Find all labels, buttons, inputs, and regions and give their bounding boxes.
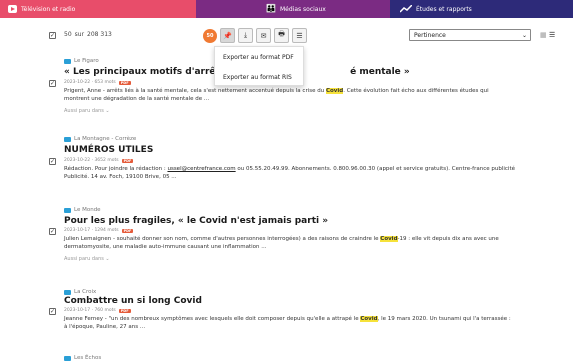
article-excerpt: Jeanne Ferney - "un des nombreux symptôm… [64,316,511,330]
list-icon: ☰ [296,31,303,40]
download-button[interactable]: ⤓ [238,28,253,43]
tab-label: Études et rapports [416,5,472,13]
export-ris-option[interactable]: Exporter au format RIS [215,67,303,87]
pdf-badge[interactable]: PDF [121,158,134,163]
source-icon [64,289,71,295]
article-source[interactable]: Les Échos [64,355,101,361]
printer-icon: 🖶 [278,30,285,38]
pdf-badge[interactable]: PDF [121,228,134,233]
article-meta: 2023-10-22 · 653 mots PDF [64,80,131,85]
article-source[interactable]: Le Figaro [64,58,99,64]
export-pdf-option[interactable]: Exporter au format PDF [215,47,303,67]
pdf-badge[interactable]: PDF [118,308,131,313]
source-icon [64,207,71,213]
grid-view-icon[interactable]: ▦ [540,32,547,39]
sort-select[interactable]: Pertinence ⌄ [409,29,531,41]
list-view-icon[interactable]: ☰ [549,32,555,39]
article-title[interactable]: NUMÉROS UTILES [64,145,153,155]
tab-studies-reports[interactable]: Études et rapports [390,0,573,18]
article-checkbox[interactable]: ✓ [49,228,56,235]
total-count: 208 313 [87,31,112,38]
article-meta: 2023-10-22 · 3652 mots PDF [64,158,134,163]
article-title[interactable]: Pour les plus fragiles, « le Covid n'est… [64,216,328,226]
email-button[interactable]: ✉ [256,28,271,43]
select-all-checkbox[interactable]: ✓ [49,32,56,39]
results-toolbar: ✓ 50 sur 208 313 50 📌 ⤓ ✉ 🖶 ☰ Pertinence ⌄… [0,26,573,46]
chevron-down-icon: ⌄ [521,31,527,39]
tab-television-radio[interactable]: Télévision et radio [0,0,196,18]
list-button[interactable]: ☰ [292,28,307,43]
people-icon: 👪 [266,4,276,13]
email-link[interactable]: ussel@centrefrance.com [167,166,235,172]
also-published-toggle[interactable]: Aussi paru dans ⌄ [64,256,110,262]
selected-count: 50 [64,31,72,38]
envelope-icon: ✉ [260,31,267,40]
print-button[interactable]: 🖶 [274,28,289,43]
article-excerpt: Prigent, Anne - arrêts liés à la santé m… [64,88,489,102]
article-excerpt: Rédaction. Pour joindre la rédaction : u… [64,166,515,180]
article-source[interactable]: La Montagne - Corrèze [64,136,136,142]
article-meta: 2023-10-17 · 1294 mots PDF [64,228,134,233]
result-count: 50 sur 208 313 [64,31,115,38]
sort-value: Pertinence [414,31,446,39]
article-source[interactable]: Le Monde [64,207,101,213]
top-tab-bar: Télévision et radio 👪 Médias sociaux Étu… [0,0,573,18]
source-icon [64,355,71,361]
article-excerpt: Julien Lemaignen - souhaité donner son n… [64,236,499,250]
tab-label: Médias sociaux [279,5,326,13]
source-icon [64,136,71,142]
also-published-toggle[interactable]: Aussi paru dans ⌄ [64,108,110,114]
selection-badge[interactable]: 50 [203,29,217,43]
article-checkbox[interactable]: ✓ [49,80,56,87]
pin-button[interactable]: 📌 [220,28,235,43]
article-meta: 2023-10-17 · 760 mots PDF [64,308,131,313]
download-icon: ⤓ [243,31,248,39]
tab-social-media[interactable]: 👪 Médias sociaux [196,0,390,18]
sur-label: sur [74,31,85,38]
source-icon [64,58,71,64]
article-title[interactable]: Combattre un si long Covid [64,296,202,306]
pin-icon: 📌 [223,31,232,40]
trend-icon [400,5,412,13]
tab-label: Télévision et radio [21,5,76,13]
article-checkbox[interactable]: ✓ [49,158,56,165]
article-checkbox[interactable]: ✓ [49,308,56,315]
article-source[interactable]: La Croix [64,289,96,295]
export-dropdown: Exporter au format PDF Exporter au forma… [214,46,304,86]
play-icon [8,5,17,13]
pdf-badge[interactable]: PDF [118,80,131,85]
